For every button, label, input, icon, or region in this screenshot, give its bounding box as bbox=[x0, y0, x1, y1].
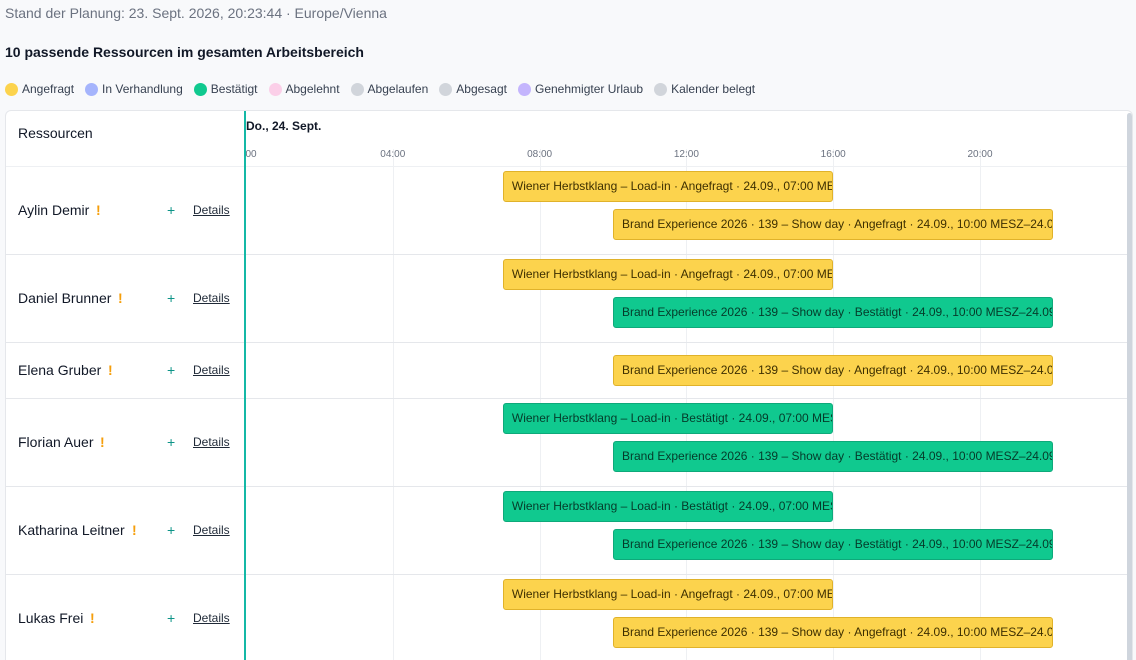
details-link[interactable]: Details bbox=[193, 291, 230, 305]
legend-dot bbox=[5, 82, 18, 96]
warning-icon: ! bbox=[100, 434, 105, 450]
legend-item: Abgelehnt bbox=[268, 82, 340, 96]
legend-dot bbox=[350, 82, 364, 96]
resource-name: Florian Auer bbox=[18, 434, 94, 450]
current-time-line bbox=[244, 111, 246, 660]
timeline-date: Do., 24. Sept. bbox=[246, 119, 322, 133]
add-booking-button[interactable]: + bbox=[167, 290, 175, 306]
booking-bar[interactable]: Wiener Herbstklang – Load-in · Bestätigt… bbox=[502, 403, 834, 434]
details-link[interactable]: Details bbox=[193, 363, 230, 377]
status-legend: Angefragt In Verhandlung Bestätigt Abgel… bbox=[5, 82, 766, 96]
legend-item: Genehmigter Urlaub bbox=[518, 82, 643, 96]
hour-label: 12:00 bbox=[673, 149, 699, 160]
legend-dot bbox=[268, 82, 282, 96]
booking-bar[interactable]: Brand Experience 2026 · 139 – Show day ·… bbox=[613, 354, 1054, 386]
legend-item: Kalender belegt bbox=[654, 82, 755, 96]
row-divider bbox=[6, 486, 1132, 487]
results-headline: 10 passende Ressourcen im gesamten Arbei… bbox=[5, 44, 364, 60]
legend-dot bbox=[85, 82, 99, 96]
warning-icon: ! bbox=[132, 522, 137, 538]
legend-item: Angefragt bbox=[5, 82, 74, 96]
add-booking-button[interactable]: + bbox=[167, 522, 175, 538]
booking-bar[interactable]: Brand Experience 2026 · 139 – Show day ·… bbox=[613, 529, 1054, 560]
legend-label: Abgesagt bbox=[456, 82, 507, 96]
booking-bar[interactable]: Wiener Herbstklang – Load-in · Angefragt… bbox=[502, 259, 834, 290]
hour-label: 00 bbox=[245, 149, 257, 160]
legend-label: Abgelaufen bbox=[367, 82, 429, 96]
legend-item: In Verhandlung bbox=[85, 82, 183, 96]
resource-name: Daniel Brunner bbox=[18, 290, 112, 306]
legend-item: Abgesagt bbox=[439, 82, 507, 96]
row-divider bbox=[6, 342, 1132, 343]
booking-bar[interactable]: Brand Experience 2026 · 139 – Show day ·… bbox=[613, 297, 1054, 328]
details-link[interactable]: Details bbox=[193, 435, 230, 449]
hour-label: 04:00 bbox=[380, 149, 406, 160]
hour-label: 08:00 bbox=[527, 149, 553, 160]
warning-icon: ! bbox=[108, 362, 113, 378]
resource-timeline: Ressourcen Do., 24. Sept. 00 04:00 08:00 12… bbox=[5, 110, 1133, 660]
hour-gridline bbox=[392, 149, 394, 660]
legend-label: In Verhandlung bbox=[102, 82, 183, 96]
planning-timestamp: Stand der Planung: 23. Sept. 2026, 20:23… bbox=[5, 5, 387, 21]
booking-bar[interactable]: Brand Experience 2026 · 139 – Show day ·… bbox=[613, 209, 1054, 240]
booking-bar[interactable]: Wiener Herbstklang – Load-in · Angefragt… bbox=[502, 579, 834, 610]
legend-dot bbox=[518, 82, 531, 96]
resource-name: Aylin Demir bbox=[18, 202, 90, 218]
warning-icon: ! bbox=[90, 610, 95, 626]
row-divider bbox=[6, 254, 1132, 255]
resource-name: Lukas Frei bbox=[18, 610, 84, 626]
details-link[interactable]: Details bbox=[193, 203, 230, 217]
booking-bar[interactable]: Wiener Herbstklang – Load-in · Bestätigt… bbox=[502, 491, 834, 522]
resource-name: Katharina Leitner bbox=[18, 522, 125, 538]
booking-bar[interactable]: Brand Experience 2026 · 139 – Show day ·… bbox=[613, 441, 1054, 472]
hour-label: 16:00 bbox=[820, 149, 846, 160]
legend-dot bbox=[439, 82, 453, 96]
legend-label: Genehmigter Urlaub bbox=[535, 82, 644, 96]
add-booking-button[interactable]: + bbox=[167, 610, 175, 626]
header-divider bbox=[6, 166, 1132, 167]
warning-icon: ! bbox=[96, 202, 101, 218]
hour-label: 20:00 bbox=[967, 149, 993, 160]
resource-name: Elena Gruber bbox=[18, 362, 102, 378]
legend-item: Abgelaufen bbox=[350, 82, 429, 96]
add-booking-button[interactable]: + bbox=[167, 434, 175, 450]
legend-label: Kalender belegt bbox=[671, 82, 756, 96]
warning-icon: ! bbox=[118, 290, 123, 306]
booking-bar[interactable]: Wiener Herbstklang – Load-in · Angefragt… bbox=[502, 171, 834, 202]
legend-label: Bestätigt bbox=[210, 82, 258, 96]
legend-item: Bestätigt bbox=[193, 82, 258, 96]
resources-column-header: Ressourcen bbox=[18, 125, 93, 141]
add-booking-button[interactable]: + bbox=[167, 202, 175, 218]
legend-label: Abgelehnt bbox=[285, 82, 340, 96]
legend-label: Angefragt bbox=[22, 82, 75, 96]
details-link[interactable]: Details bbox=[193, 611, 230, 625]
add-booking-button[interactable]: + bbox=[167, 362, 175, 378]
legend-dot bbox=[193, 82, 207, 96]
row-divider bbox=[6, 398, 1132, 399]
row-divider bbox=[6, 574, 1132, 575]
details-link[interactable]: Details bbox=[193, 523, 230, 537]
booking-bar[interactable]: Brand Experience 2026 · 139 – Show day ·… bbox=[613, 617, 1054, 648]
vertical-scrollbar[interactable] bbox=[1127, 113, 1132, 660]
legend-dot bbox=[654, 82, 668, 96]
